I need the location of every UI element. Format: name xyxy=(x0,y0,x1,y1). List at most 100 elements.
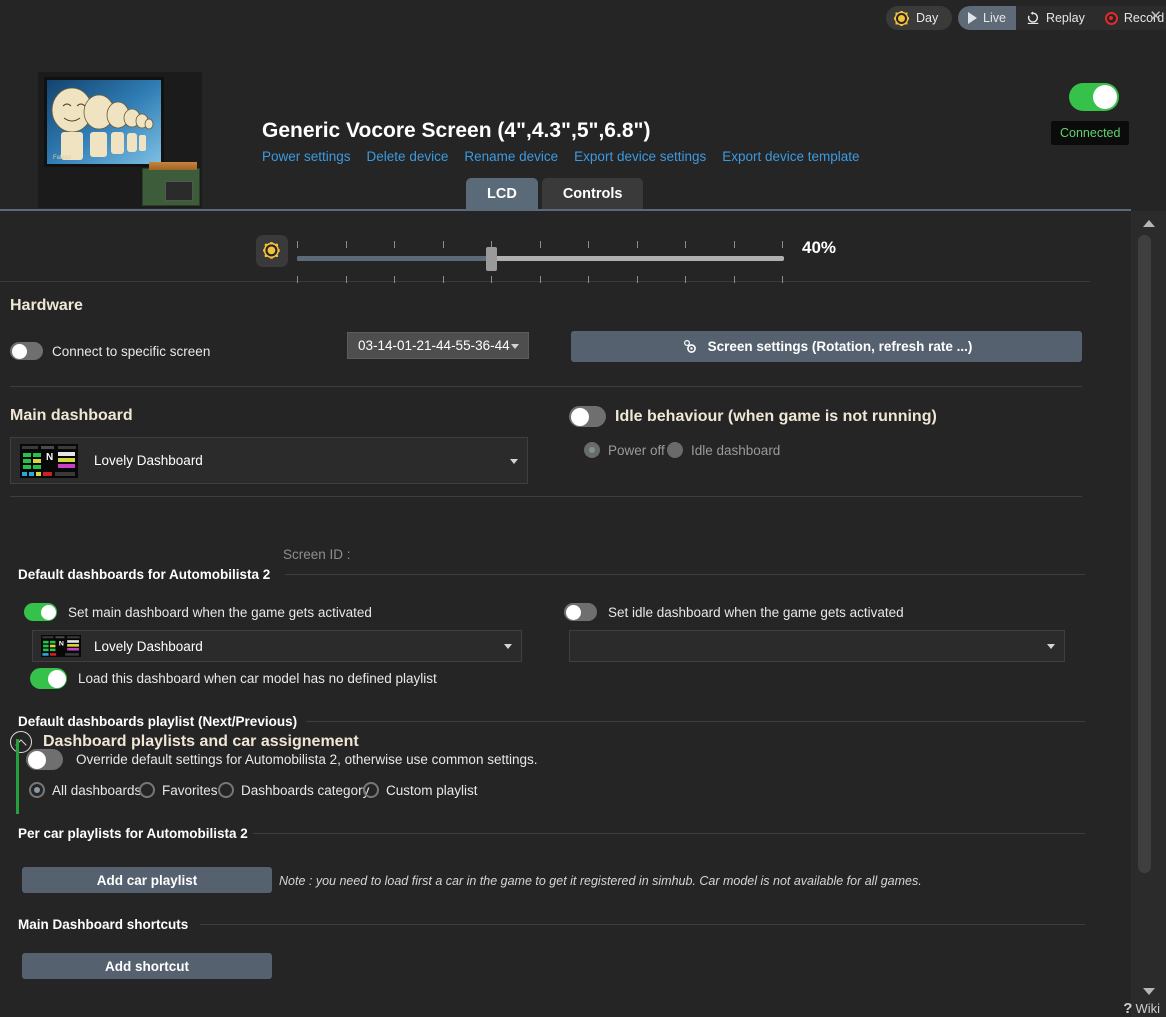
radio-custom-playlist[interactable] xyxy=(363,782,379,798)
live-label: Live xyxy=(983,11,1006,25)
connect-specific-screen-label: Connect to specific screen xyxy=(52,344,210,359)
brightness-row: 40% xyxy=(0,220,1090,282)
add-car-playlist-button[interactable]: Add car playlist xyxy=(22,867,272,893)
set-idle-dashboard-label: Set idle dashboard when the game gets ac… xyxy=(608,605,904,620)
playlist-mode-favorites[interactable]: Favorites xyxy=(139,782,218,798)
device-connection-toggle[interactable] xyxy=(1069,83,1119,111)
playlist-mode-custom-label: Custom playlist xyxy=(386,783,478,798)
device-tabs: LCD Controls xyxy=(466,178,643,209)
chevron-down-icon xyxy=(1047,644,1055,649)
radio-all-dashboards[interactable] xyxy=(29,782,45,798)
load-when-no-playlist-toggle[interactable] xyxy=(30,668,67,689)
playlist-mode-all-label: All dashboards xyxy=(52,783,141,798)
divider-hardware xyxy=(10,386,1082,387)
next-prev-title: Default dashboards playlist (Next/Previo… xyxy=(18,714,297,729)
gear-icon xyxy=(681,339,699,355)
playlist-mode-custom[interactable]: Custom playlist xyxy=(363,782,478,798)
default-dashboards-title: Default dashboards for Automobilista 2 xyxy=(18,567,270,582)
svg-text:Fallout: Fallout xyxy=(53,155,71,161)
radio-idle-dashboard[interactable] xyxy=(667,442,683,458)
lcd-settings-panel: 40% Hardware Connect to specific screen … xyxy=(0,211,1131,1017)
link-export-device-settings[interactable]: Export device settings xyxy=(574,149,706,164)
scroll-up-arrow-icon[interactable] xyxy=(1143,220,1155,227)
wiki-link[interactable]: ? Wiki xyxy=(1123,1000,1160,1017)
svg-text:N: N xyxy=(46,452,53,463)
replay-button[interactable]: Replay xyxy=(1016,6,1095,30)
radio-power-off[interactable] xyxy=(584,442,600,458)
shortcuts-title: Main Dashboard shortcuts xyxy=(18,917,188,932)
override-settings-toggle[interactable] xyxy=(26,749,63,770)
main-dashboard-value: Lovely Dashboard xyxy=(94,453,203,468)
set-main-dashboard-label: Set main dashboard when the game gets ac… xyxy=(68,605,372,620)
link-rename-device[interactable]: Rename device xyxy=(464,149,558,164)
playback-mode-group: Live Replay Record xyxy=(958,6,1166,30)
playlist-mode-favorites-label: Favorites xyxy=(162,783,218,798)
link-export-device-template[interactable]: Export device template xyxy=(722,149,859,164)
scrollbar-thumb[interactable] xyxy=(1138,235,1151,873)
divider-shortcuts xyxy=(200,924,1085,925)
playlist-mode-category[interactable]: Dashboards category xyxy=(218,782,369,798)
link-power-settings[interactable]: Power settings xyxy=(262,149,351,164)
live-button[interactable]: Live xyxy=(958,6,1016,30)
vertical-scrollbar[interactable] xyxy=(1131,211,1166,1017)
day-label: Day xyxy=(916,11,938,25)
slider-thumb[interactable] xyxy=(486,247,497,271)
default-main-dashboard-select[interactable]: N Lovely Dashboard xyxy=(32,630,522,662)
idle-option-idle-dashboard[interactable]: Idle dashboard xyxy=(667,442,780,458)
chevron-down-icon xyxy=(504,644,512,649)
tab-lcd[interactable]: LCD xyxy=(466,178,538,209)
set-main-dashboard-row: Set main dashboard when the game gets ac… xyxy=(24,603,372,621)
brightness-icon xyxy=(256,235,288,267)
override-settings-row: Override default settings for Automobili… xyxy=(26,749,537,770)
radio-dashboards-category[interactable] xyxy=(218,782,234,798)
main-dashboard-select[interactable]: N Lovely Dashboard xyxy=(10,437,528,484)
scroll-down-arrow-icon[interactable] xyxy=(1143,988,1155,995)
dashboard-thumbnail: N xyxy=(20,444,78,478)
divider-main-dashboard xyxy=(10,496,1082,497)
connect-specific-screen-row: Connect to specific screen xyxy=(10,342,210,360)
screen-settings-button[interactable]: Screen settings (Rotation, refresh rate … xyxy=(571,331,1082,362)
idle-behaviour-row: Idle behaviour (when game is not running… xyxy=(569,406,937,427)
divider-next-prev xyxy=(306,721,1085,722)
override-settings-label: Override default settings for Automobili… xyxy=(76,752,537,767)
device-action-links: Power settings Delete device Rename devi… xyxy=(262,149,860,164)
per-car-title: Per car playlists for Automobilista 2 xyxy=(18,826,248,841)
chevron-down-icon xyxy=(511,344,519,349)
idle-option-power-off[interactable]: Power off xyxy=(584,442,665,458)
device-screen-thumbnail: Fallout xyxy=(44,77,164,167)
play-icon xyxy=(968,12,977,24)
playlist-mode-category-label: Dashboards category xyxy=(241,783,369,798)
tab-controls[interactable]: Controls xyxy=(542,178,644,209)
set-main-dashboard-toggle[interactable] xyxy=(24,603,57,621)
divider-default-dashboards xyxy=(285,574,1085,575)
screen-id-select[interactable]: 03-14-01-21-44-55-36-44 xyxy=(347,332,529,359)
replay-label: Replay xyxy=(1046,11,1085,25)
add-car-playlist-label: Add car playlist xyxy=(97,873,198,888)
default-main-dashboard-value: Lovely Dashboard xyxy=(94,639,203,654)
sun-icon xyxy=(894,11,909,26)
record-icon xyxy=(1105,12,1118,25)
brightness-slider[interactable] xyxy=(297,242,784,260)
brightness-value: 40% xyxy=(802,238,836,258)
set-idle-dashboard-toggle[interactable] xyxy=(564,603,597,621)
top-toolbar: Day Live Replay Record ✕ xyxy=(0,0,1166,36)
day-mode-button[interactable]: Day xyxy=(886,6,952,30)
screen-settings-label: Screen settings (Rotation, refresh rate … xyxy=(708,339,973,354)
per-car-note: Note : you need to load first a car in t… xyxy=(279,874,922,888)
idle-option-idle-dashboard-label: Idle dashboard xyxy=(691,443,780,458)
playlist-mode-all[interactable]: All dashboards xyxy=(29,782,141,798)
idle-behaviour-toggle[interactable] xyxy=(569,406,606,427)
idle-behaviour-heading: Idle behaviour (when game is not running… xyxy=(615,408,937,426)
idle-option-power-off-label: Power off xyxy=(608,443,665,458)
device-preview-image: Fallout xyxy=(38,72,202,208)
idle-dashboard-select[interactable] xyxy=(569,630,1065,662)
link-delete-device[interactable]: Delete device xyxy=(367,149,449,164)
page-title: Generic Vocore Screen (4",4.3",5",6.8") xyxy=(262,119,650,143)
radio-favorites[interactable] xyxy=(139,782,155,798)
screen-id-value: 03-14-01-21-44-55-36-44 xyxy=(358,338,510,353)
connect-specific-screen-toggle[interactable] xyxy=(10,342,43,360)
connection-status-badge: Connected xyxy=(1051,121,1129,145)
device-pcb xyxy=(142,168,200,206)
add-shortcut-button[interactable]: Add shortcut xyxy=(22,953,272,979)
close-icon[interactable]: ✕ xyxy=(1149,9,1162,24)
